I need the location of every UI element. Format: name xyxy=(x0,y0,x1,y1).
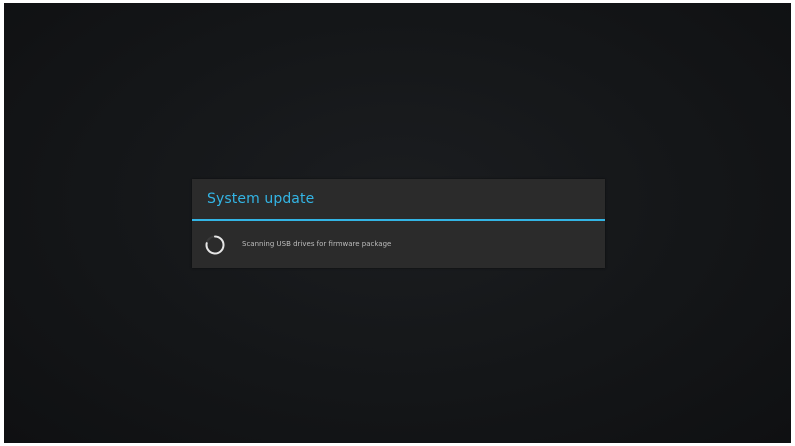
scan-status-message: Scanning USB drives for firmware package xyxy=(242,240,392,248)
tv-screen: System update Scanning USB drives for fi… xyxy=(4,3,791,443)
system-update-dialog: System update Scanning USB drives for fi… xyxy=(192,179,605,268)
dialog-title: System update xyxy=(207,191,315,207)
title-divider xyxy=(192,219,605,221)
progress-spinner-icon xyxy=(205,235,225,255)
